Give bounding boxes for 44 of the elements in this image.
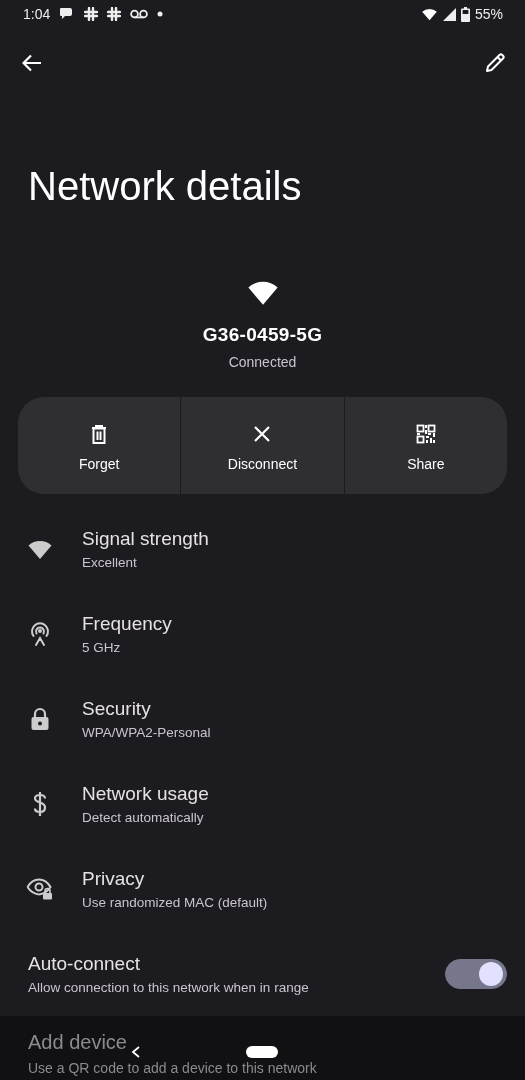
hash-icon — [107, 7, 122, 21]
setting-title: Frequency — [82, 612, 172, 635]
setting-description: Use a QR code to add a device to this network — [28, 1060, 318, 1076]
clock-time: 1:04 — [23, 6, 51, 22]
page-title: Network details — [28, 163, 303, 210]
battery-percent: 55% — [474, 6, 503, 22]
setting-title: Network usage — [82, 782, 209, 805]
setting-title: Security — [82, 697, 152, 720]
setting-title: Auto-connect — [28, 952, 141, 975]
setting-value: Excellent — [82, 554, 138, 570]
battery-icon — [460, 6, 470, 22]
pencil-icon — [484, 52, 506, 74]
setting-title: Signal strength — [82, 527, 209, 550]
setting-title: Add device — [28, 1031, 127, 1054]
home-handle[interactable] — [246, 1046, 278, 1058]
dot-icon — [157, 11, 164, 17]
connection-status: Connected — [228, 354, 297, 370]
detail-row[interactable]: Security WPA/WPA2-Personal — [0, 676, 525, 761]
setting-title: Privacy — [82, 867, 146, 890]
back-caret-icon — [131, 1046, 141, 1058]
cell-signal-icon — [442, 7, 456, 21]
wifi-icon — [420, 7, 438, 21]
close-icon — [252, 424, 273, 444]
setting-value: Use randomized MAC (default) — [82, 894, 268, 910]
lock-icon — [30, 706, 50, 731]
detail-row[interactable]: Network usage Detect automatically — [0, 761, 525, 846]
setting-value: 5 GHz — [82, 639, 122, 655]
detail-row[interactable]: Signal strength Excellent — [0, 506, 525, 591]
dollar-icon — [32, 790, 48, 817]
network-name: G36-0459-5G — [202, 324, 323, 346]
setting-value: Detect automatically — [82, 809, 205, 825]
detail-row[interactable]: Privacy Use randomized MAC (default) — [0, 846, 525, 931]
forget-button[interactable]: Forget — [18, 397, 181, 494]
hash-icon — [84, 7, 99, 21]
toggle-switch[interactable] — [445, 958, 507, 989]
setting-value: WPA/WPA2-Personal — [82, 724, 211, 740]
setting-description: Allow connection to this network when in range — [28, 979, 309, 995]
detail-row[interactable]: Frequency 5 GHz — [0, 591, 525, 676]
back-arrow-icon — [22, 54, 42, 72]
disconnect-button[interactable]: Disconnect — [181, 397, 344, 494]
share-button[interactable]: Share — [344, 397, 507, 494]
qr-code-icon — [415, 424, 436, 444]
eye-lock-icon — [26, 877, 54, 900]
voicemail-icon — [130, 9, 149, 19]
